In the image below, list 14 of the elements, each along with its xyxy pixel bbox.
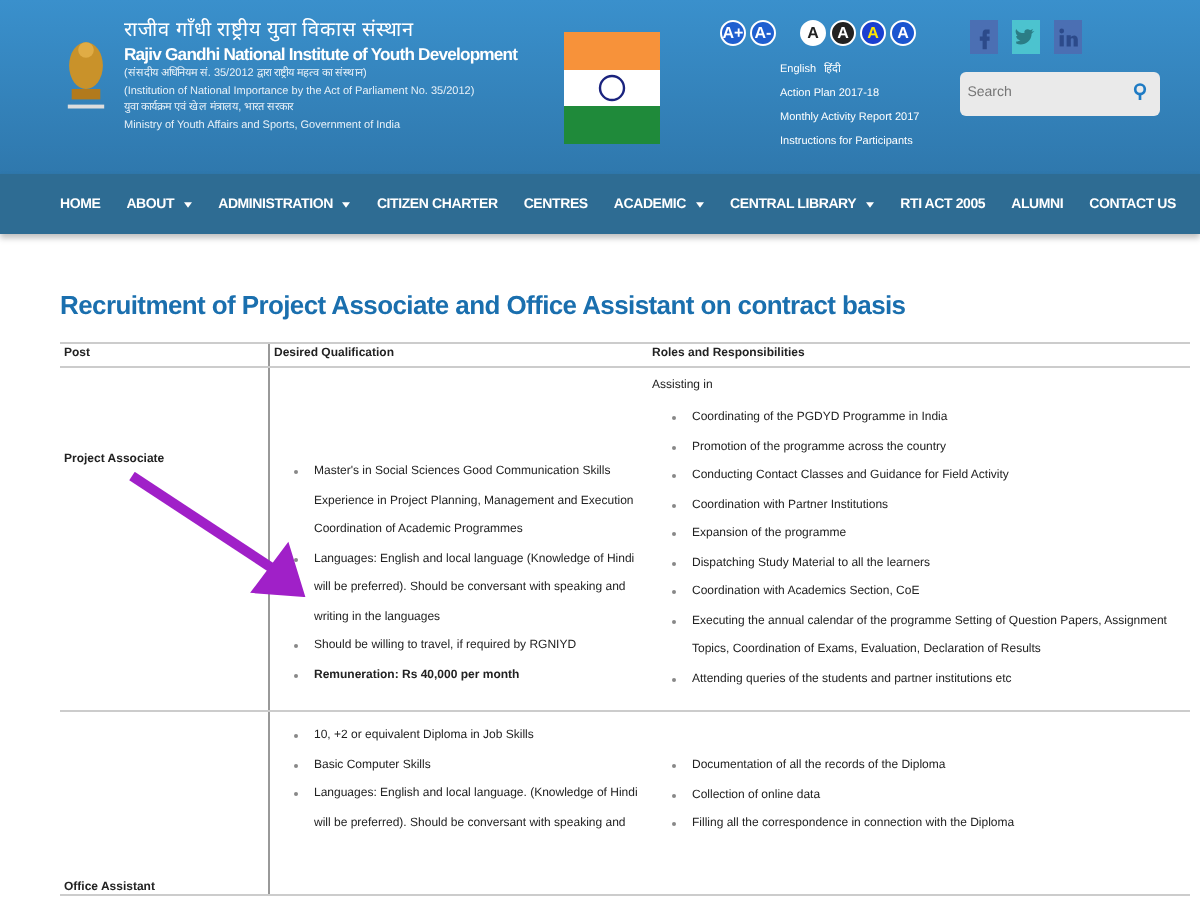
contrast-button[interactable]: A xyxy=(890,20,916,46)
bird-icon[interactable] xyxy=(1011,20,1040,54)
flag-drawing xyxy=(564,32,660,144)
contrast-button[interactable]: A xyxy=(800,20,826,46)
contrast-button[interactable]: A xyxy=(830,20,856,46)
contrast-button[interactable]: A xyxy=(860,20,886,46)
font-size-button[interactable]: A+ xyxy=(720,20,746,46)
facebook-icon[interactable] xyxy=(969,20,998,54)
search-icon xyxy=(1131,82,1148,102)
page-title: Recruitment of Project Associate and Office Assistant on contract basis xyxy=(60,290,908,320)
institute-name: Rajiv Gandhi National Institute of Youth Development xyxy=(124,44,520,66)
institute-hindi-name: राजीव गाँधी राष्ट्रीय युवा विकास संस्थान xyxy=(124,20,416,44)
font-size-button[interactable]: A- xyxy=(750,20,776,46)
linkedin-icon[interactable] xyxy=(1053,20,1082,54)
